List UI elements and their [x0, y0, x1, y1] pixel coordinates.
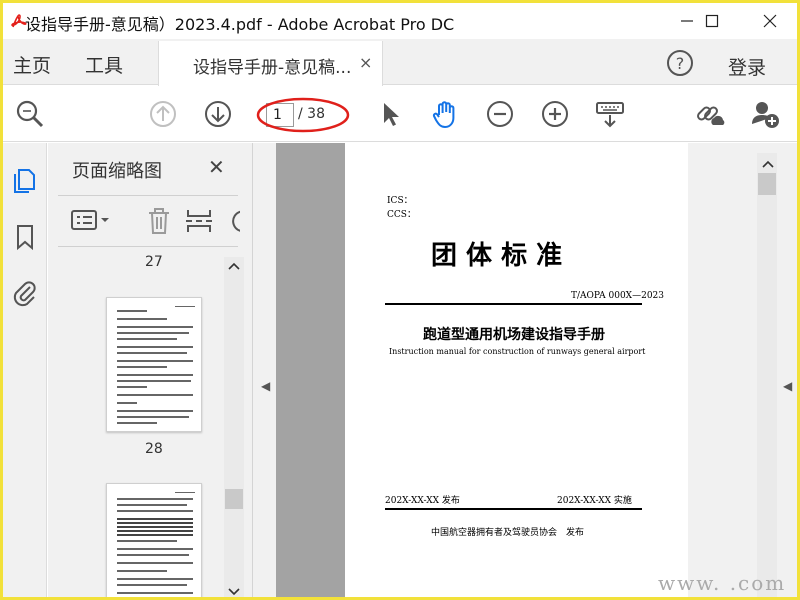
attachment-icon[interactable] [11, 279, 39, 307]
publisher: 中国航空器拥有者及驾驶员协会 发布 [431, 528, 585, 538]
thumbnail-label: 27 [145, 254, 163, 270]
panel-title: 页面缩略图 [72, 161, 162, 182]
document-scrollbar[interactable] [757, 153, 777, 597]
panel-toolbar [58, 195, 240, 247]
menu-tools[interactable]: 工具 [85, 51, 123, 78]
document-title-en: Instruction manual for construction of r… [389, 347, 646, 356]
zoom-in-icon[interactable] [540, 99, 570, 129]
document-tab[interactable]: 设指导手册-意见稿... × [158, 41, 383, 86]
scroll-down-icon[interactable] [228, 587, 240, 597]
thumbnail-page-29[interactable] [106, 483, 202, 597]
pdf-page: ICS： CCS： 团 体 标 准 T/AOPA 000X—2023 跑道型通用… [345, 143, 688, 597]
standard-heading: 团 体 标 准 [431, 241, 563, 271]
document-tab-label: 设指导手册-意见稿... [193, 58, 352, 78]
options-menu-icon[interactable] [70, 206, 109, 236]
rotate-page-icon[interactable] [228, 206, 240, 236]
document-scrollbar-thumb[interactable] [758, 173, 776, 195]
title-bar: 设指导手册-意见稿）2023.4.pdf - Adobe Acrobat Pro… [3, 3, 797, 39]
zoom-out-icon[interactable] [485, 99, 515, 129]
page-thumbnails-icon[interactable] [11, 165, 39, 193]
login-button[interactable]: 登录 [728, 53, 766, 80]
maximize-button[interactable] [688, 3, 736, 39]
scroll-up-icon[interactable] [228, 261, 240, 271]
watermark: www. .com [658, 571, 787, 595]
arrow-up-icon[interactable] [148, 99, 178, 129]
arrow-down-icon[interactable] [203, 99, 233, 129]
link-share-icon[interactable] [695, 99, 725, 129]
thumbnail-scrollbar[interactable] [224, 257, 244, 597]
cursor-icon[interactable] [376, 99, 406, 129]
document-tab-close-button[interactable]: × [359, 53, 372, 72]
insert-page-icon[interactable] [184, 206, 214, 236]
thumbnail-scrollbar-thumb[interactable] [225, 489, 243, 509]
doc-scroll-up-icon[interactable] [762, 159, 774, 169]
close-window-button[interactable] [746, 3, 794, 39]
help-icon[interactable]: ? [666, 49, 694, 77]
delete-page-icon[interactable] [144, 206, 174, 236]
add-user-icon[interactable] [750, 99, 780, 129]
ccs-label: CCS： [387, 210, 416, 220]
keyboard-icon[interactable] [595, 99, 625, 129]
standard-code: T/AOPA 000X—2023 [571, 291, 664, 301]
collapse-left-icon[interactable]: ◀ [261, 379, 270, 393]
svg-text:?: ? [676, 54, 685, 73]
hand-icon[interactable] [430, 99, 460, 129]
collapse-right-icon[interactable]: ◀ [783, 379, 792, 393]
panel-close-button[interactable]: ✕ [208, 155, 225, 179]
document-title-cn: 跑道型通用机场建设指导手册 [423, 327, 605, 343]
menu-home[interactable]: 主页 [13, 51, 51, 78]
thumbnail-panel: 页面缩略图 ✕ 27 28 [48, 143, 253, 597]
thumbnail-page-28[interactable] [106, 297, 202, 432]
bottom-rule [385, 508, 642, 510]
zoom-search-icon[interactable] [15, 99, 45, 129]
app-window: 设指导手册-意见稿）2023.4.pdf - Adobe Acrobat Pro… [0, 0, 800, 600]
thumbnail-label: 28 [145, 441, 163, 457]
top-rule [385, 303, 642, 305]
main-toolbar [3, 86, 797, 142]
annotation-ellipse [256, 97, 350, 133]
ics-label: ICS： [387, 196, 413, 206]
window-title: 设指导手册-意见稿）2023.4.pdf - Adobe Acrobat Pro… [25, 15, 455, 34]
navigation-strip [3, 143, 47, 597]
effective-date: 202X-XX-XX 实施 [557, 496, 632, 506]
bookmark-icon[interactable] [11, 223, 39, 251]
release-date: 202X-XX-XX 发布 [385, 496, 460, 506]
document-viewport[interactable]: ◀ ICS： CCS： 团 体 标 准 T/AOPA 000X—2023 跑道型… [253, 143, 797, 597]
